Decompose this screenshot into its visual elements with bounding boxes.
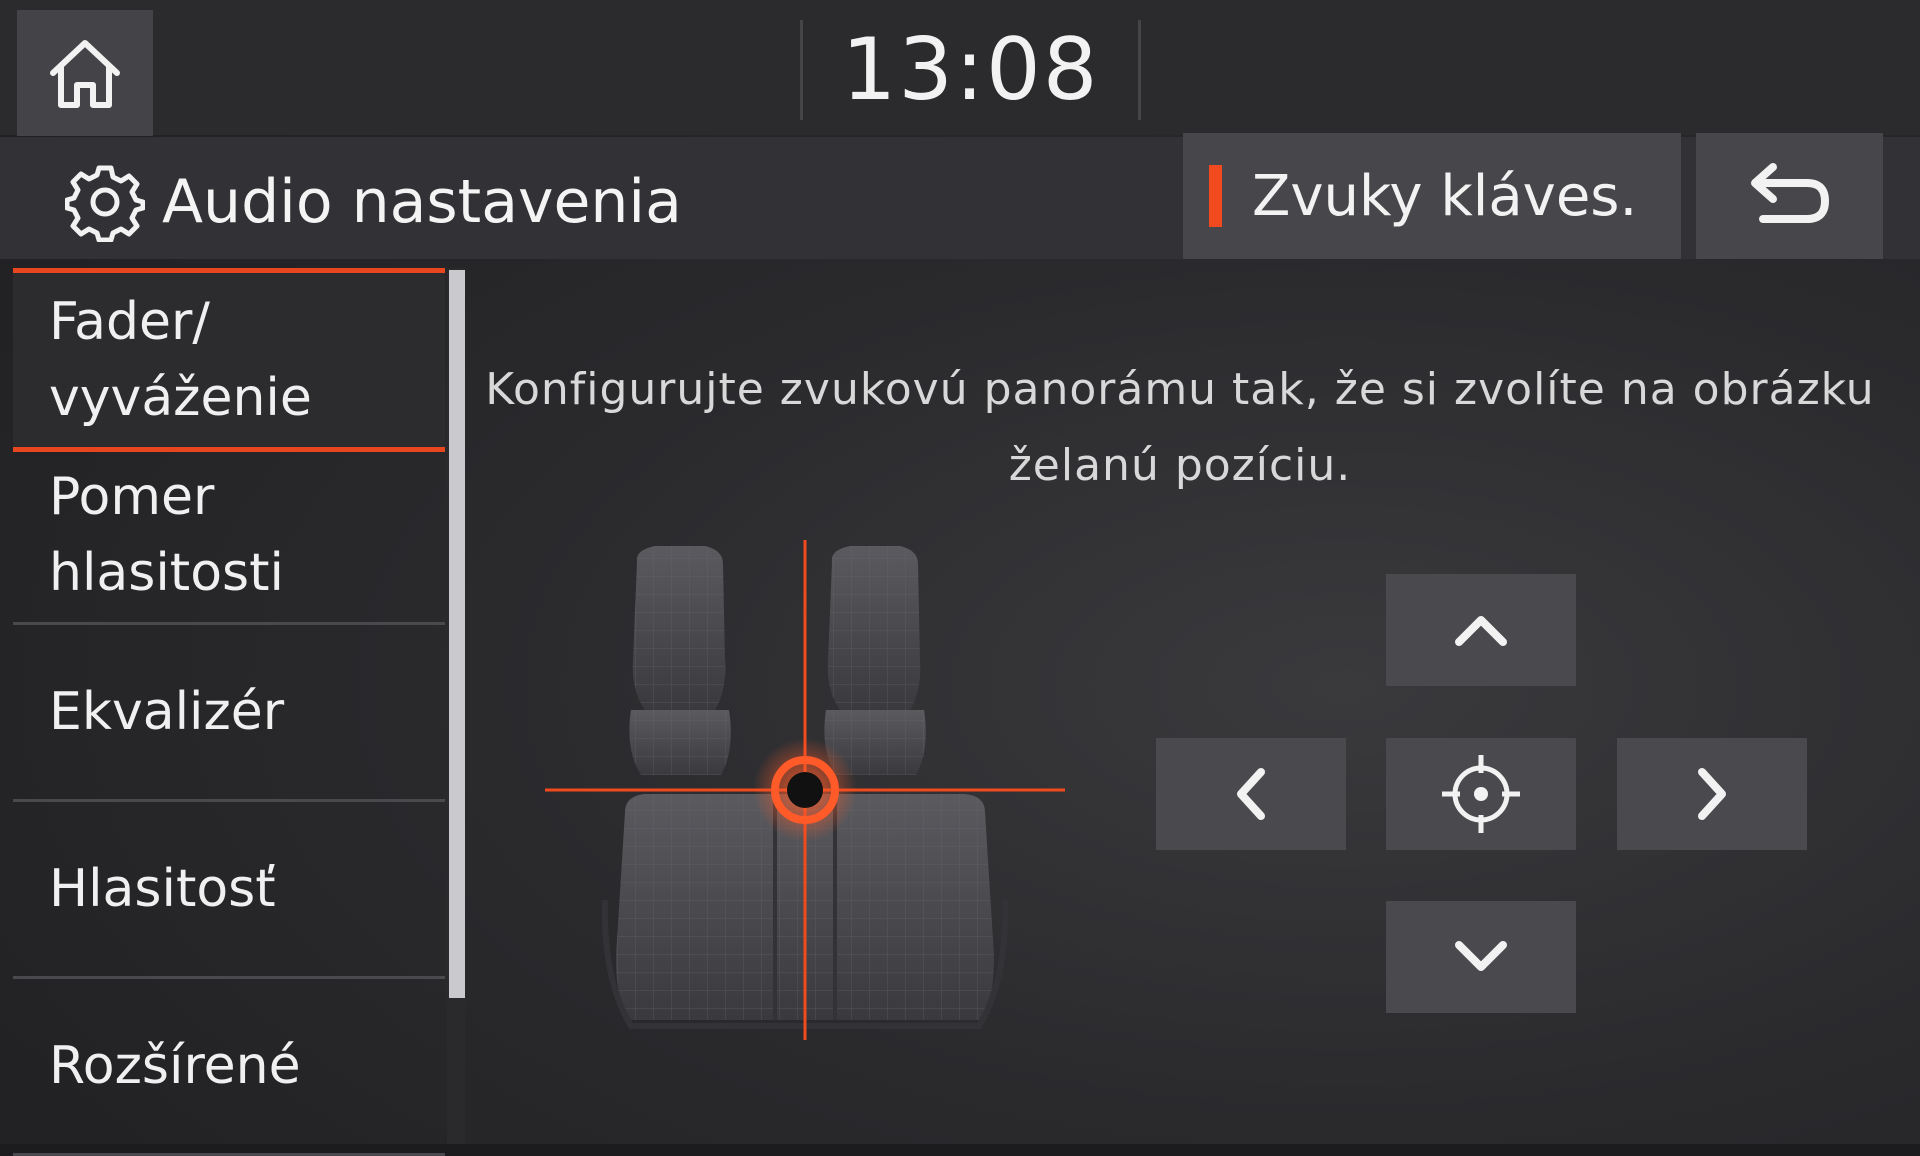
position-marker[interactable] xyxy=(753,738,857,842)
chevron-up-icon xyxy=(1455,616,1507,646)
home-icon xyxy=(50,40,120,108)
sidebar-item-equalizer[interactable]: Ekvalizér xyxy=(13,625,445,802)
sidebar-item-label: Ekvalizér xyxy=(49,682,285,742)
car-seats-icon[interactable] xyxy=(545,540,1065,1050)
sidebar-item-label: Rozšírené xyxy=(49,1036,301,1096)
sidebar-item-label: Pomer hlasitosti xyxy=(49,467,284,603)
crosshair-center-icon xyxy=(1442,755,1520,833)
back-button[interactable] xyxy=(1696,133,1883,259)
front-left-seat xyxy=(629,546,731,775)
sidebar-item-volume-ratio[interactable]: Pomer hlasitosti xyxy=(13,448,445,625)
clock: 13:08 xyxy=(800,20,1141,120)
sidebar-item-volume[interactable]: Hlasitosť xyxy=(13,802,445,979)
move-down-button[interactable] xyxy=(1386,901,1576,1013)
chevron-down-icon xyxy=(1455,941,1507,971)
key-sounds-indicator xyxy=(1209,165,1222,227)
sidebar-item-label: Fader/ vyváženie xyxy=(49,292,312,428)
back-arrow-icon xyxy=(1750,163,1829,223)
sidebar-item-advanced[interactable]: Rozšírené xyxy=(13,979,445,1156)
gear-icon xyxy=(65,165,145,242)
key-sounds-label: Zvuky kláves. xyxy=(1252,163,1638,229)
chevron-left-icon xyxy=(1237,768,1265,820)
chevron-right-icon xyxy=(1698,768,1726,820)
center-position-button[interactable] xyxy=(1386,738,1576,850)
sidebar-scrollbar-thumb[interactable] xyxy=(449,270,465,998)
instruction-text: Konfigurujte zvukovú panorámu tak, že si… xyxy=(485,364,1875,491)
front-right-seat xyxy=(824,546,926,775)
move-right-button[interactable] xyxy=(1617,738,1807,850)
move-up-button[interactable] xyxy=(1386,574,1576,686)
infotainment-screen: 13:08 Audio nastavenia Zvuky kláves. Fad… xyxy=(0,0,1920,1156)
move-left-button[interactable] xyxy=(1156,738,1346,850)
sidebar-menu: Fader/ vyváženie Pomer hlasitosti Ekvali… xyxy=(13,268,445,1156)
key-sounds-button[interactable]: Zvuky kláves. xyxy=(1183,133,1681,259)
sidebar-item-fader-balance[interactable]: Fader/ vyváženie xyxy=(13,268,445,452)
sidebar-item-label: Hlasitosť xyxy=(49,859,276,919)
home-button[interactable] xyxy=(17,10,153,136)
page-title: Audio nastavenia xyxy=(162,167,682,237)
